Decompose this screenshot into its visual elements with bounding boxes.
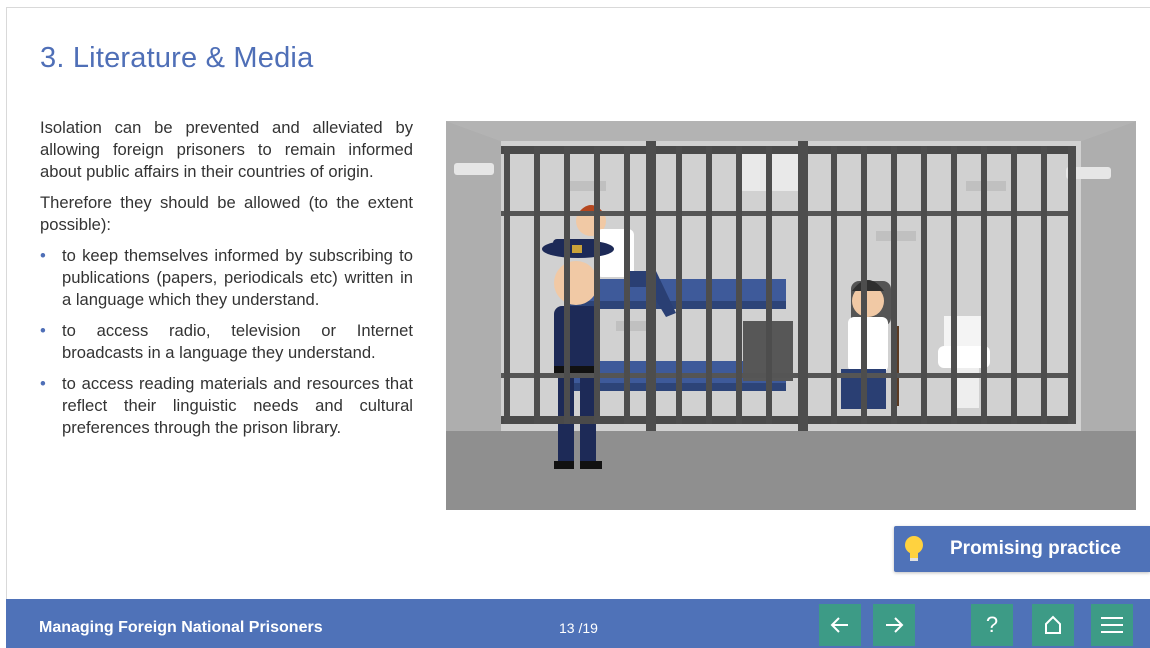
bullet-list: • to keep themselves informed by subscrib…	[40, 245, 413, 439]
footer-bar: Managing Foreign National Prisoners 13 /…	[6, 599, 1150, 648]
back-button[interactable]	[819, 604, 861, 646]
bullet-icon: •	[40, 246, 46, 265]
list-item: • to keep themselves informed by subscrib…	[40, 245, 413, 311]
page-indicator: 13 /19	[559, 620, 598, 636]
home-button[interactable]	[1032, 604, 1074, 646]
therefore-paragraph: Therefore they should be allowed (to the…	[40, 193, 413, 234]
hamburger-menu-icon	[1101, 617, 1123, 633]
list-item: • to access radio, television or Internet…	[40, 320, 413, 364]
help-button[interactable]: ?	[971, 604, 1013, 646]
prison-cell-illustration	[446, 121, 1136, 510]
next-button[interactable]	[873, 604, 915, 646]
lightbulb-icon	[894, 526, 934, 572]
bullet-icon: •	[40, 374, 46, 393]
list-item: • to access reading materials and resourc…	[40, 373, 413, 439]
arrow-right-icon	[886, 617, 904, 633]
list-item-text: to access reading materials and resource…	[62, 374, 413, 437]
arrow-left-icon	[830, 617, 848, 633]
bullet-icon: •	[40, 321, 46, 340]
intro-paragraph: Isolation can be prevented and alleviate…	[40, 118, 413, 181]
promising-practice-button[interactable]: Promising practice	[894, 526, 1150, 572]
list-item-text: to keep themselves informed by subscribi…	[62, 246, 413, 309]
menu-button[interactable]	[1091, 604, 1133, 646]
course-title: Managing Foreign National Prisoners	[39, 619, 323, 636]
slide-body-text: Isolation can be prevented and alleviate…	[40, 117, 413, 448]
promising-practice-label: Promising practice	[950, 538, 1122, 559]
slide-left-border	[6, 7, 7, 599]
home-icon	[1045, 615, 1061, 634]
page-title: 3. Literature & Media	[40, 42, 314, 74]
list-item-text: to access radio, television or Internet …	[62, 321, 413, 362]
question-icon: ?	[985, 612, 999, 637]
slide-top-border	[6, 7, 1150, 8]
